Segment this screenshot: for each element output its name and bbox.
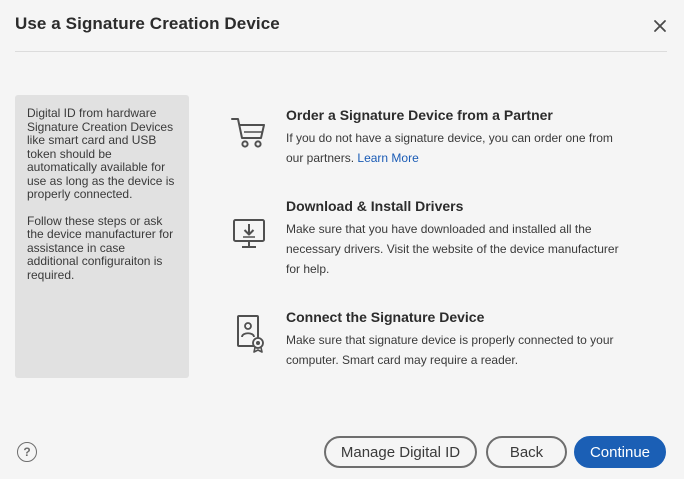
step-title: Download & Install Drivers — [286, 198, 464, 214]
continue-button[interactable]: Continue — [574, 436, 666, 468]
monitor-download-icon — [233, 219, 265, 248]
info-paragraph: Digital ID from hardware Signature Creat… — [27, 106, 175, 201]
step-text: If you do not have a signature device, y… — [286, 131, 613, 165]
close-icon — [654, 20, 666, 32]
certificate-device-icon — [237, 315, 264, 353]
info-panel: Digital ID from hardware Signature Creat… — [15, 95, 189, 378]
step-text: Make sure that you have downloaded and i… — [286, 222, 619, 276]
dialog-title: Use a Signature Creation Device — [15, 14, 280, 33]
header-divider — [15, 51, 667, 52]
close-button[interactable] — [650, 16, 670, 36]
step-title: Connect the Signature Device — [286, 309, 485, 325]
back-button[interactable]: Back — [486, 436, 567, 468]
info-paragraph: Follow these steps or ask the device man… — [27, 213, 174, 282]
step-description: If you do not have a signature device, y… — [286, 128, 631, 168]
help-icon[interactable]: ? — [17, 442, 37, 462]
learn-more-link[interactable]: Learn More — [357, 151, 418, 165]
manage-digital-id-button[interactable]: Manage Digital ID — [324, 436, 477, 468]
signature-device-dialog: Use a Signature Creation Device Digital … — [0, 0, 684, 479]
step-text: Make sure that signature device is prope… — [286, 333, 614, 367]
shopping-cart-icon — [231, 118, 265, 148]
step-title: Order a Signature Device from a Partner — [286, 107, 553, 123]
